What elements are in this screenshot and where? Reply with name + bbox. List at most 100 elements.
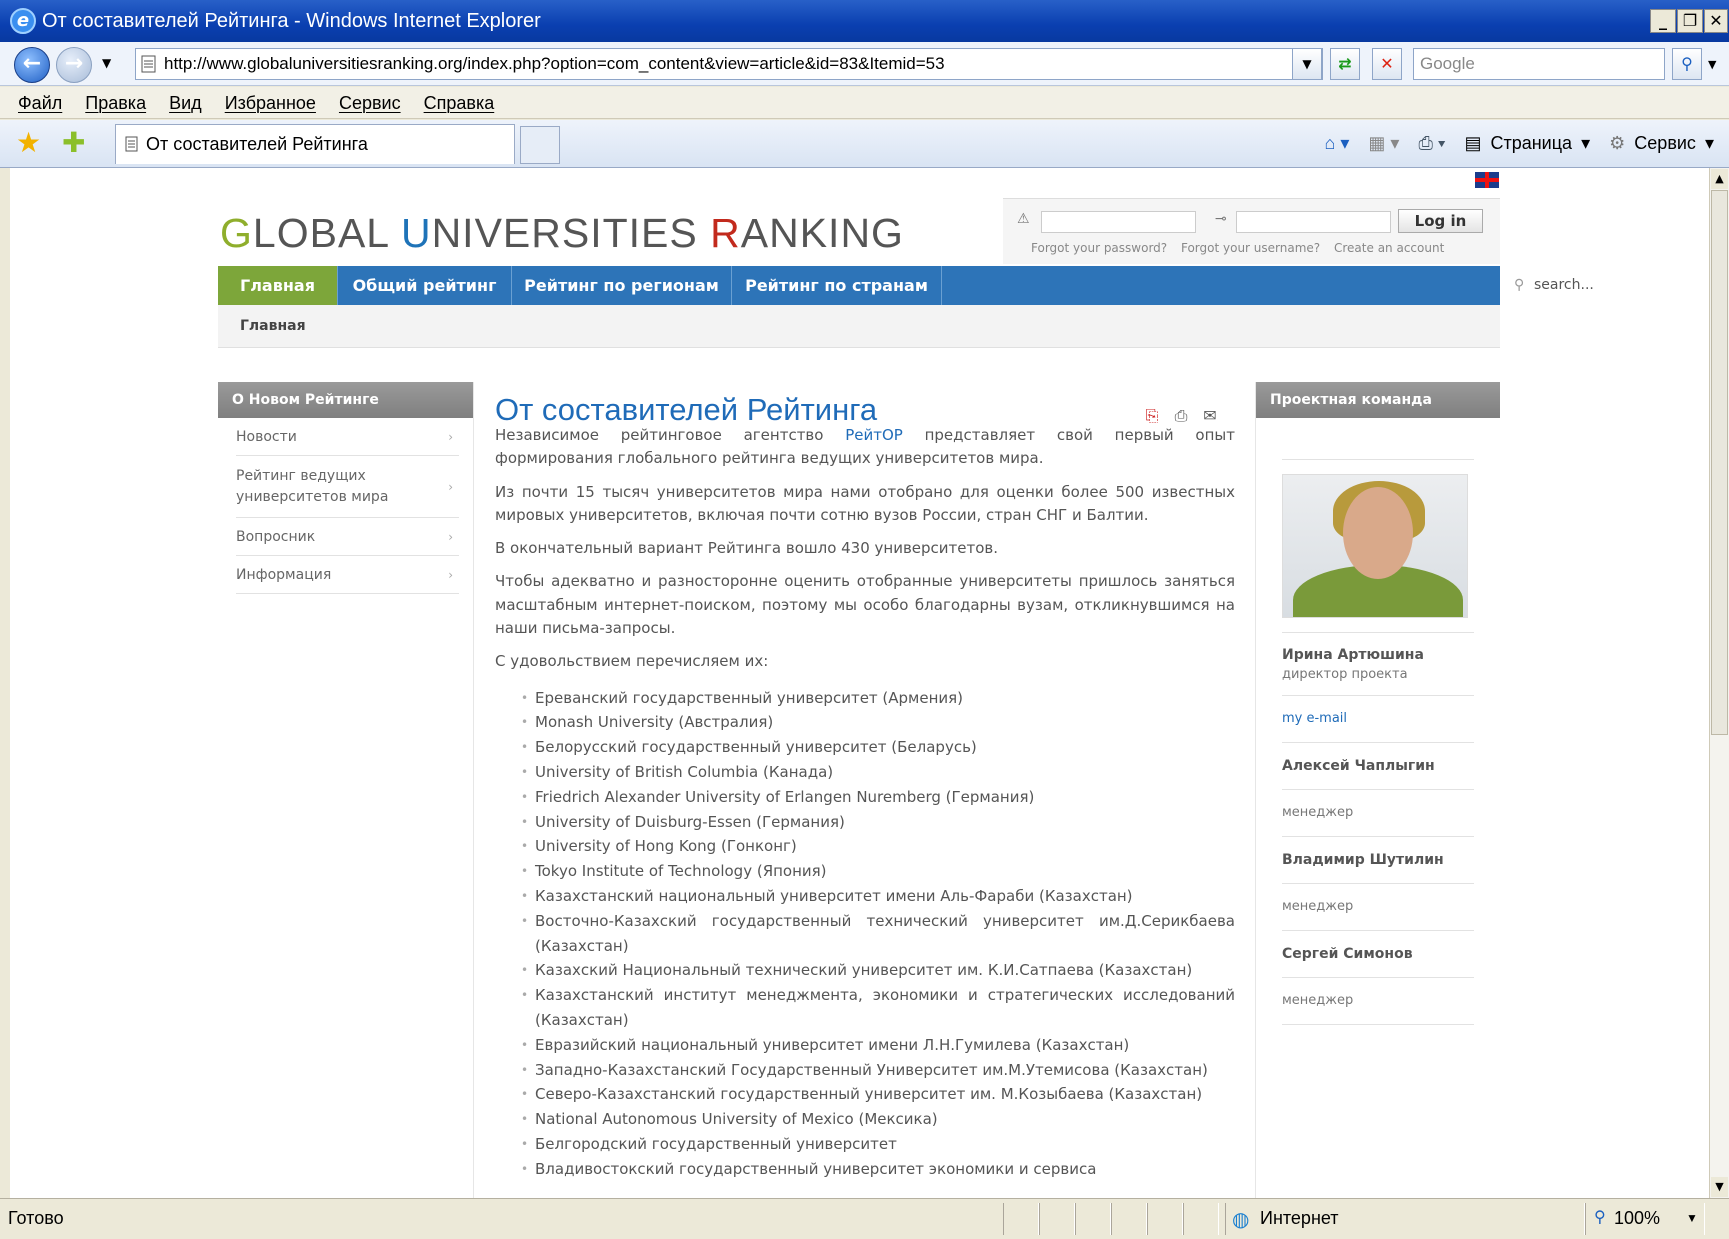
sidebar-item-questionnaire[interactable]: Вопросник › (236, 518, 459, 556)
status-bar: Готово ◍ Интернет ⚲ 100% ▼ (0, 1198, 1729, 1239)
sidebar-item-ranking[interactable]: Рейтинг ведущих университетов мира › (236, 456, 459, 518)
page-menu-icon[interactable]: ▤ (1464, 133, 1481, 153)
menu-file[interactable]: Файл (18, 93, 62, 113)
restore-button[interactable]: ❐ (1677, 9, 1703, 33)
refresh-icon[interactable]: ⇄ (1330, 48, 1360, 80)
paragraph: С удовольствием перечисляем их: (495, 652, 769, 671)
breadcrumb[interactable]: Главная (218, 305, 1500, 348)
add-favorites-icon[interactable]: ✚ (62, 128, 85, 158)
forward-button[interactable]: → (56, 47, 92, 83)
list-item: Белгородский государственный университет (521, 1132, 1235, 1157)
scroll-up-icon[interactable]: ▲ (1711, 169, 1728, 189)
nav-regions-ranking[interactable]: Рейтинг по регионам (512, 266, 732, 305)
status-text: Готово (8, 1208, 64, 1228)
forgot-password-link[interactable]: Forgot your password? (1031, 241, 1167, 255)
list-item: Северо-Казахстанский государственный уни… (521, 1082, 1235, 1107)
member-role: менеджер (1282, 790, 1474, 837)
search-options-icon[interactable]: ▼ (1708, 58, 1716, 71)
password-input[interactable] (1236, 211, 1391, 233)
nav-home[interactable]: Главная (218, 266, 338, 305)
menu-bar: Файл Правка Вид Избранное Сервис Справка (0, 87, 1729, 119)
page-viewport: GLOBAL UNIVERSITIES RANKING ⚠ ⊸ Log in F… (10, 168, 1709, 1198)
zoom-control[interactable]: ⚲ 100% ▼ (1585, 1203, 1705, 1235)
key-icon: ⊸ (1215, 211, 1227, 227)
list-item: Friedrich Alexander University of Erlang… (521, 785, 1235, 810)
vertical-scrollbar[interactable]: ▲ ▼ (1709, 168, 1729, 1198)
list-item: Восточно-Казахский государственный техни… (521, 909, 1235, 959)
list-item: Западно-Казахстанский Государственный Ун… (521, 1058, 1235, 1083)
print-icon[interactable]: ⎙ (1172, 407, 1190, 425)
status-cell (1111, 1203, 1147, 1235)
pdf-icon[interactable]: ⎘ (1143, 407, 1161, 425)
address-dropdown-icon[interactable]: ▼ (1292, 48, 1322, 80)
list-item: Евразийский национальный университет име… (521, 1033, 1235, 1058)
browser-search-input[interactable]: Google (1413, 48, 1665, 80)
nav-overall-ranking[interactable]: Общий рейтинг (338, 266, 512, 305)
tools-gear-icon[interactable]: ⚙ (1609, 133, 1625, 153)
window-title: От составителей Рейтинга - Windows Inter… (42, 10, 541, 32)
member-role: директор проекта (1282, 667, 1408, 682)
scroll-thumb[interactable] (1711, 190, 1728, 735)
command-bar: ⌂ ▾ ▦ ▾ ⎙ ▾ ▤ Страница ▾ ⚙ Сервис ▾ (1310, 128, 1714, 158)
chevron-down-icon: ▼ (1686, 1211, 1698, 1225)
username-input[interactable] (1041, 211, 1196, 233)
status-cell (1039, 1203, 1075, 1235)
address-row: ← → ▼ http://www.globaluniversitiesranki… (0, 42, 1729, 86)
email-link[interactable]: my e-mail (1282, 696, 1474, 743)
print-icon[interactable]: ⎙ ▾ (1418, 133, 1445, 153)
sidebar-item-news[interactable]: Новости › (236, 418, 459, 456)
zone-cell: ◍ Интернет (1225, 1203, 1585, 1235)
status-cell (1183, 1203, 1219, 1235)
create-account-link[interactable]: Create an account (1334, 241, 1444, 255)
tab-row: ★ ✚ От составителей Рейтинга ⌂ ▾ ▦ ▾ ⎙ ▾… (0, 120, 1729, 168)
status-cell (1147, 1203, 1183, 1235)
list-item: Monash University (Австралия) (521, 710, 1235, 735)
feeds-icon[interactable]: ▦ ▾ (1368, 133, 1399, 153)
new-tab-button[interactable] (520, 126, 560, 164)
chevron-right-icon: › (448, 429, 453, 444)
search-icon[interactable]: ⚲ (1672, 48, 1702, 80)
member-role: менеджер (1282, 884, 1474, 931)
zoom-level: 100% (1614, 1208, 1661, 1228)
site-logo[interactable]: GLOBAL UNIVERSITIES RANKING (220, 210, 904, 257)
tab-current[interactable]: От составителей Рейтинга (115, 124, 515, 164)
ie-logo-icon: e (10, 8, 36, 34)
article-body: Независимое рейтинговое агентство РейтОР… (495, 424, 1235, 1182)
list-item: National Autonomous University of Mexico… (521, 1107, 1235, 1132)
status-cell (1003, 1203, 1039, 1235)
menu-edit[interactable]: Правка (85, 93, 146, 113)
list-item: Tokyo Institute of Technology (Япония) (521, 859, 1235, 884)
right-sidebar: Проектная команда Ирина Артюшина директо… (1255, 382, 1500, 1198)
close-button[interactable]: ✕ (1704, 9, 1728, 33)
menu-tools[interactable]: Сервис (339, 93, 401, 113)
minimize-button[interactable]: _ (1650, 9, 1676, 33)
back-button[interactable]: ← (14, 47, 50, 83)
page-menu-button[interactable]: Страница (1490, 133, 1572, 153)
site-search-input[interactable]: ⚲ search... (1506, 274, 1692, 296)
tools-menu-button[interactable]: Сервис (1634, 133, 1696, 153)
stop-icon[interactable]: ✕ (1372, 48, 1402, 80)
menu-view[interactable]: Вид (169, 93, 202, 113)
nav-countries-ranking[interactable]: Рейтинг по странам (732, 266, 942, 305)
tab-label: От составителей Рейтинга (146, 134, 368, 154)
chevron-right-icon: › (448, 567, 453, 582)
scroll-down-icon[interactable]: ▼ (1711, 1177, 1728, 1197)
sidebar-item-info[interactable]: Информация › (236, 556, 459, 594)
login-button[interactable]: Log in (1398, 209, 1483, 233)
paragraph: Чтобы адекватно и разносторонне оценить … (495, 572, 1235, 638)
history-dropdown-icon[interactable]: ▼ (102, 56, 111, 70)
menu-favorites[interactable]: Избранное (225, 93, 316, 113)
address-input[interactable]: http://www.globaluniversitiesranking.org… (135, 48, 1323, 80)
menu-help[interactable]: Справка (424, 93, 495, 113)
email-icon[interactable]: ✉ (1201, 407, 1219, 425)
home-icon[interactable]: ⌂ ▾ (1324, 133, 1349, 153)
member-role: менеджер (1282, 978, 1474, 1025)
chevron-right-icon: › (448, 529, 453, 544)
login-box: ⚠ ⊸ Log in Forgot your password? Forgot … (1003, 198, 1500, 264)
list-item: Казахстанский институт менеджмента, экон… (521, 983, 1235, 1033)
team-member: Ирина Артюшина директор проекта (1282, 632, 1474, 696)
forgot-username-link[interactable]: Forgot your username? (1181, 241, 1320, 255)
favorites-star-icon[interactable]: ★ (16, 128, 41, 158)
reitor-link[interactable]: РейтОР (845, 426, 903, 444)
english-flag-icon[interactable] (1475, 172, 1499, 188)
